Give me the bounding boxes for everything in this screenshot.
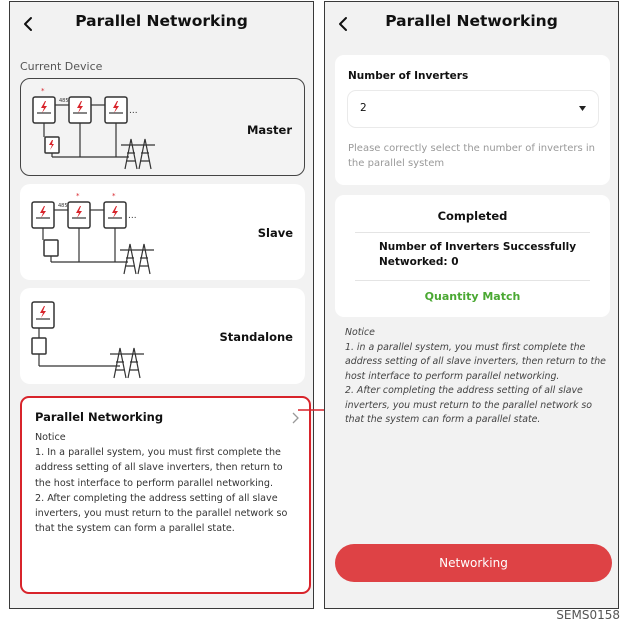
svg-text:...: ...	[129, 106, 138, 116]
master-diagram-icon: * 485 ...	[32, 87, 155, 170]
divider	[355, 280, 590, 281]
inverter-count-value: 2	[360, 102, 367, 114]
quantity-match-status: Quantity Match	[424, 290, 521, 303]
inverter-count-label: Number of Inverters	[348, 70, 469, 82]
device-label-standalone: Standalone	[219, 330, 293, 344]
networked-count: Number of Inverters Successfully Network…	[379, 241, 577, 268]
divider	[355, 232, 590, 233]
info-card-notice: Notice 1. In a parallel system, you must…	[35, 432, 288, 535]
device-option-slave[interactable]: * * 485 ... Slave	[20, 184, 305, 280]
device-label-master: Master	[246, 123, 292, 137]
device-option-master[interactable]: * 485 ... Master	[20, 78, 305, 176]
svg-text:*: *	[41, 87, 45, 95]
status-panel: Completed Number of Inverters Successful…	[335, 195, 610, 317]
left-screen: Parallel Networking Current Device * 485…	[9, 1, 314, 609]
networking-button[interactable]: Networking	[335, 544, 612, 582]
svg-text:485: 485	[59, 98, 69, 104]
inverter-count-panel: Number of Inverters 2 Please correctly s…	[335, 55, 610, 185]
page-title: Parallel Networking	[75, 12, 248, 30]
figure-code: SEMS0158	[556, 608, 620, 622]
parallel-networking-card[interactable]: Parallel Networking Notice 1. In a paral…	[20, 396, 311, 594]
inverter-count-helper: Please correctly select the number of in…	[348, 143, 596, 169]
device-label-slave: Slave	[257, 226, 293, 240]
caret-down-icon	[579, 106, 586, 111]
right-screen: Parallel Networking Number of Inverters …	[324, 1, 619, 609]
svg-text:*: *	[76, 192, 80, 200]
info-card-title: Parallel Networking	[35, 410, 164, 424]
status-title: Completed	[437, 209, 508, 223]
standalone-diagram-icon	[31, 301, 144, 379]
svg-text:485: 485	[58, 203, 68, 209]
inverter-count-select[interactable]: 2	[348, 91, 598, 127]
svg-text:...: ...	[128, 211, 137, 221]
svg-text:*: *	[112, 192, 116, 200]
header: Parallel Networking	[325, 2, 618, 46]
header: Parallel Networking	[10, 2, 313, 46]
device-option-standalone[interactable]: Standalone	[20, 288, 305, 384]
current-device-label: Current Device	[20, 60, 103, 73]
slave-diagram-icon: * * 485 ...	[31, 192, 154, 275]
notice-text: Notice 1. in a parallel system, you must…	[345, 327, 606, 425]
page-title: Parallel Networking	[385, 12, 558, 30]
